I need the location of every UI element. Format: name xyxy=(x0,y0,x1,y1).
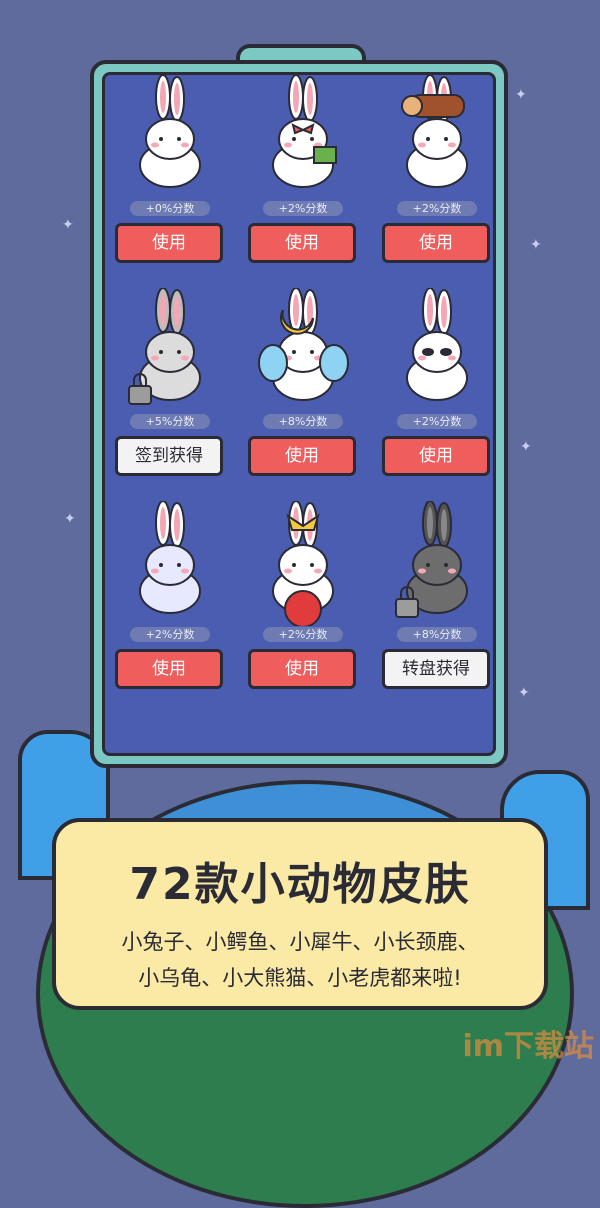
star-icon: ✦ xyxy=(530,237,542,253)
skin-card: +2%分数使用 xyxy=(248,501,358,701)
star-icon: ✦ xyxy=(64,511,76,527)
bunny-skin-icon xyxy=(395,501,468,618)
skin-card: +0%分数使用 xyxy=(115,75,225,275)
promo-line-2: 小乌龟、小大熊猫、小老虎都来啦! xyxy=(138,966,462,990)
score-bonus-label: +8%分数 xyxy=(397,627,477,642)
use-skin-button[interactable]: 使用 xyxy=(382,223,490,263)
obtain-skin-button[interactable]: 签到获得 xyxy=(115,436,223,476)
score-bonus-label: +2%分数 xyxy=(263,201,343,216)
score-bonus-label: +2%分数 xyxy=(130,627,210,642)
watermark: im下载站 xyxy=(462,1029,594,1064)
skin-card: +2%分数使用 xyxy=(248,75,358,275)
skin-card: +8%分数转盘获得 xyxy=(382,501,492,701)
use-skin-button[interactable]: 使用 xyxy=(248,223,356,263)
use-skin-button[interactable]: 使用 xyxy=(115,223,223,263)
bunny-skin-icon xyxy=(258,288,349,401)
skin-card: +2%分数使用 xyxy=(382,288,492,488)
star-icon: ✦ xyxy=(62,217,74,233)
use-skin-button[interactable]: 使用 xyxy=(248,649,356,689)
skin-card: +8%分数使用 xyxy=(248,288,358,488)
bunny-skin-icon xyxy=(139,75,201,188)
score-bonus-label: +5%分数 xyxy=(130,414,210,429)
bunny-skin-icon xyxy=(139,501,201,614)
skin-grid: +0%分数 使用 +2%分数 使用 +2%分数 使用 +5%分数 签到获得 +8%分数 使用 +2%… xyxy=(102,72,496,756)
score-bonus-label: +2%分数 xyxy=(397,201,477,216)
use-skin-button[interactable]: 使用 xyxy=(382,436,490,476)
star-icon: ✦ xyxy=(518,685,530,701)
bunny-skin-icon xyxy=(128,288,201,405)
promo-line-1: 小兔子、小鳄鱼、小犀牛、小长颈鹿、 xyxy=(121,930,479,954)
bunny-skin-icon xyxy=(401,75,468,188)
bunny-skin-icon xyxy=(272,501,334,626)
skin-card: +5%分数签到获得 xyxy=(115,288,225,488)
star-icon: ✦ xyxy=(520,439,532,455)
skin-tablet: +0%分数 使用 +2%分数 使用 +2%分数 使用 +5%分数 签到获得 +8%分数 使用 +2%… xyxy=(90,60,508,768)
bunny-skin-icon xyxy=(272,75,337,188)
skin-card: +2%分数使用 xyxy=(115,501,225,701)
promo-title: 72款小动物皮肤 xyxy=(129,859,471,910)
promo-banner: 72款小动物皮肤 小兔子、小鳄鱼、小犀牛、小长颈鹿、 小乌龟、小大熊猫、小老虎都… xyxy=(52,818,548,1010)
star-icon: ✦ xyxy=(515,87,527,103)
score-bonus-label: +2%分数 xyxy=(397,414,477,429)
score-bonus-label: +2%分数 xyxy=(263,627,343,642)
obtain-skin-button[interactable]: 转盘获得 xyxy=(382,649,490,689)
use-skin-button[interactable]: 使用 xyxy=(115,649,223,689)
score-bonus-label: +0%分数 xyxy=(130,201,210,216)
use-skin-button[interactable]: 使用 xyxy=(248,436,356,476)
score-bonus-label: +8%分数 xyxy=(263,414,343,429)
bunny-skin-icon xyxy=(406,288,468,401)
skin-card: +2%分数使用 xyxy=(382,75,492,275)
